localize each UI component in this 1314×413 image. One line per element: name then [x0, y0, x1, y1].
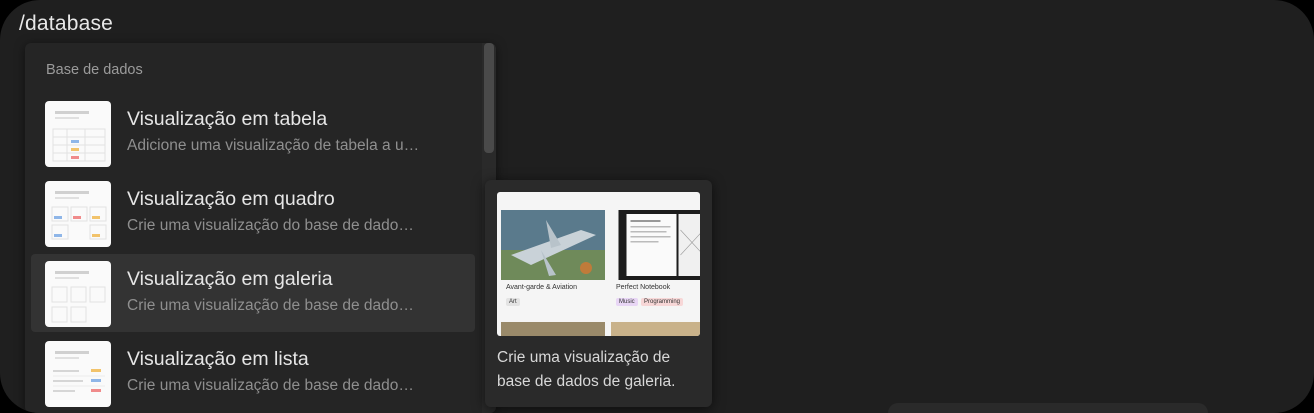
- menu-item-title: Visualização em quadro: [127, 188, 335, 210]
- menu-item-description: Adicione uma visualização de tabela a u…: [127, 137, 420, 154]
- menu-item-list-view[interactable]: Visualização em lista Crie uma visualiza…: [31, 334, 475, 412]
- airplane-photo: [501, 210, 605, 280]
- menu-item-title: Visualização em tabela: [127, 108, 328, 130]
- preview-card-partial: [611, 322, 700, 336]
- notebook-photo: [618, 210, 700, 280]
- menu-section-label: Base de dados: [46, 62, 143, 78]
- menu-item-title: Visualização em lista: [127, 348, 309, 370]
- preview-card-caption: Avant-garde & Aviation: [506, 284, 577, 291]
- preview-description: Crie uma visualização de base de dados d…: [497, 349, 676, 390]
- menu-item-title: Visualização em galeria: [127, 268, 333, 290]
- gallery-preview-tooltip: Avant-garde & Aviation Art Perfect Noteb…: [485, 180, 712, 407]
- preview-card-partial: [501, 322, 605, 336]
- menu-item-description: Crie uma visualização de base de dado…: [127, 377, 414, 394]
- gallery-preview-image: Avant-garde & Aviation Art Perfect Noteb…: [497, 192, 700, 336]
- preview-card: Avant-garde & Aviation Art: [501, 210, 605, 320]
- board-view-thumbnail: [45, 181, 111, 247]
- gallery-view-thumbnail: [45, 261, 111, 327]
- table-view-thumbnail: [45, 101, 111, 167]
- preview-card-tag: Art: [506, 298, 520, 306]
- slash-command-text[interactable]: /database: [19, 12, 113, 36]
- scrollbar-thumb[interactable]: [484, 43, 494, 153]
- preview-card-tag: Programming: [641, 298, 684, 306]
- menu-item-table-view[interactable]: Visualização em tabela Adicione uma visu…: [31, 94, 475, 172]
- menu-item-description: Crie uma visualização de base de dado…: [127, 297, 414, 314]
- command-menu: Base de dados Visualização em tabela Adi…: [25, 43, 496, 413]
- menu-item-board-view[interactable]: Visualização em quadro Crie uma visualiz…: [31, 174, 475, 252]
- app-window: /database Base de dados Visualização em …: [0, 0, 1314, 413]
- list-view-thumbnail: [45, 341, 111, 407]
- preview-card: Perfect Notebook Music Programming: [611, 210, 700, 320]
- bottom-panel-edge: [888, 403, 1208, 413]
- preview-card-caption: Perfect Notebook: [616, 284, 671, 291]
- preview-card-tag: Music: [616, 298, 638, 306]
- menu-item-gallery-view[interactable]: Visualização em galeria Crie uma visuali…: [31, 254, 475, 332]
- menu-item-description: Crie uma visualização do base de dado…: [127, 217, 414, 234]
